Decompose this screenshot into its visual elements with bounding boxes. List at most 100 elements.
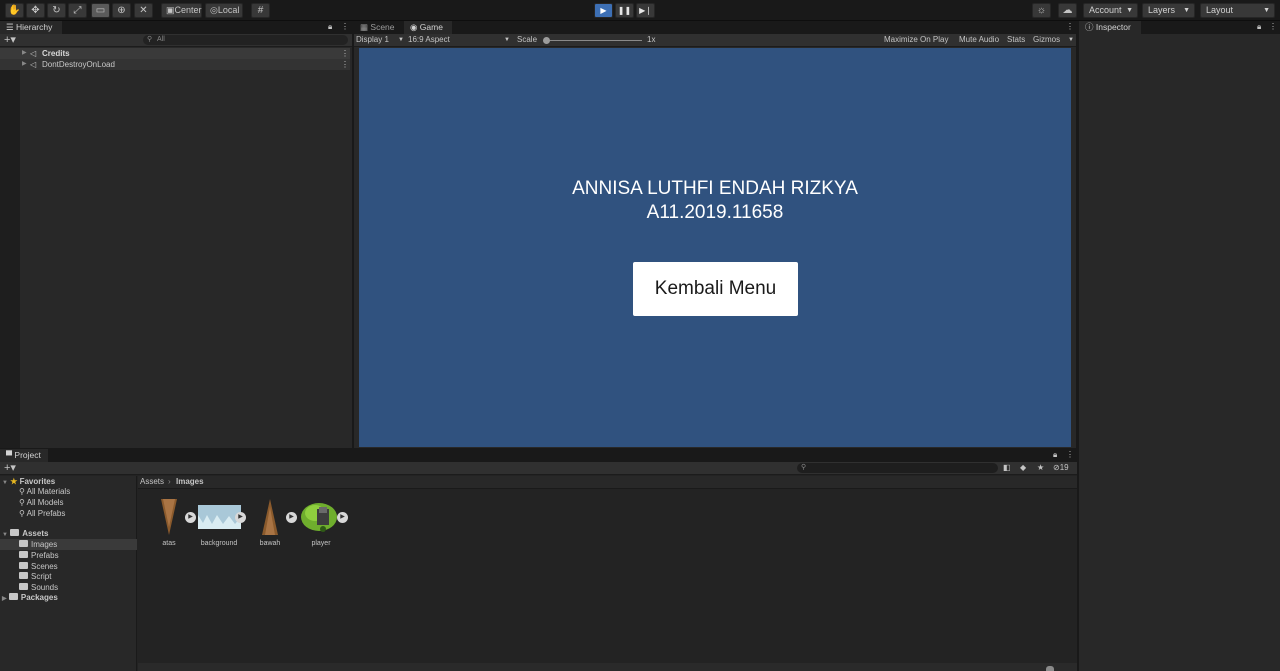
pivot-center-toggle[interactable]: ▣Center bbox=[161, 3, 202, 18]
folder-open-icon bbox=[10, 529, 20, 537]
hierarchy-search-input[interactable]: ⚲ All bbox=[143, 35, 348, 45]
gamepad-icon: ◉ bbox=[410, 22, 418, 32]
aspect-dropdown[interactable]: 16:9 Aspect bbox=[408, 34, 450, 46]
hidden-packages-toggle[interactable]: ⊘19 bbox=[1053, 462, 1069, 474]
folder-script[interactable]: Script bbox=[19, 571, 51, 582]
breadcrumb: Assets › Images bbox=[138, 476, 1077, 489]
favorite-all-prefabs[interactable]: ⚲ All Prefabs bbox=[19, 508, 65, 519]
inspector-panel: ⓘ Inspector 🔒︎ ⋮ bbox=[1079, 21, 1280, 671]
play-icon: ▶ bbox=[600, 6, 607, 15]
scene-icon: ◁ bbox=[30, 49, 37, 58]
expand-arrow-icon[interactable]: ▼ bbox=[2, 532, 8, 538]
play-icon[interactable]: ▶ bbox=[337, 512, 348, 523]
project-folder-tree: ▼ ★ Favorites ⚲ All Materials ⚲ All Mode… bbox=[0, 476, 137, 671]
expand-arrow-icon[interactable]: ▶ bbox=[22, 59, 27, 70]
search-by-type-icon[interactable]: ◧ bbox=[1003, 462, 1011, 474]
layers-dropdown[interactable]: Layers ▼ bbox=[1142, 3, 1195, 18]
layout-label: Layout bbox=[1206, 5, 1234, 15]
mute-audio-toggle[interactable]: Mute Audio bbox=[959, 34, 999, 46]
custom-tool-icon[interactable]: ✕ bbox=[134, 3, 153, 18]
hierarchy-item-label: DontDestroyOnLoad bbox=[42, 60, 115, 69]
stats-toggle[interactable]: Stats bbox=[1007, 34, 1025, 46]
add-icon[interactable]: +▾ bbox=[4, 34, 16, 46]
hierarchy-panel: ☰ Hierarchy 🔒︎ ⋮ +▾ ⚲ All ▶ ◁ Credits ⋮ … bbox=[0, 21, 352, 448]
play-icon[interactable]: ▶ bbox=[286, 512, 297, 523]
expand-arrow-icon[interactable]: ▶ bbox=[22, 48, 27, 59]
display-dropdown[interactable]: Display 1 bbox=[356, 34, 389, 46]
hierarchy-item-dontdestroyonload[interactable]: ▶ ◁ DontDestroyOnLoad ⋮ bbox=[0, 59, 350, 70]
credits-name-text: ANNISA LUTHFI ENDAH RIZKYA bbox=[572, 178, 858, 199]
asset-label: bawah bbox=[259, 540, 281, 547]
account-dropdown[interactable]: Account ▼ bbox=[1083, 3, 1138, 18]
maximize-on-play-toggle[interactable]: Maximize On Play bbox=[884, 34, 948, 46]
tab-project[interactable]: ▀ Project bbox=[0, 449, 48, 462]
expand-arrow-icon[interactable]: ▶ bbox=[2, 596, 7, 602]
game-tab-label: Game bbox=[419, 22, 443, 32]
tab-inspector[interactable]: ⓘ Inspector bbox=[1079, 21, 1141, 34]
scale-tool-icon[interactable]: ⤢ bbox=[68, 3, 87, 18]
kebab-menu-icon[interactable]: ⋮ bbox=[1066, 22, 1074, 31]
hierarchy-item-label: Credits bbox=[42, 49, 70, 58]
packages-header[interactable]: ▶ Packages bbox=[0, 592, 58, 603]
hierarchy-tab-label: Hierarchy bbox=[16, 22, 53, 32]
project-panel: ▀ Project 🔒︎ ⋮ +▾ ⚲ ◧ ◆ ★ ⊘19 ▼ ★ Favori… bbox=[0, 449, 1077, 671]
tab-game[interactable]: ◉ Game bbox=[404, 21, 452, 34]
search-by-label-icon[interactable]: ◆ bbox=[1020, 462, 1026, 474]
expand-arrow-icon[interactable]: ▼ bbox=[2, 480, 8, 486]
play-button[interactable]: ▶ bbox=[594, 3, 613, 18]
search-icon: ⚲ bbox=[19, 487, 25, 496]
pivot-local-toggle[interactable]: ◎Local bbox=[205, 3, 243, 18]
tab-hierarchy[interactable]: ☰ Hierarchy bbox=[0, 21, 62, 34]
rotate-tool-icon[interactable]: ↻ bbox=[47, 3, 66, 18]
thumbnail-size-slider[interactable] bbox=[1046, 666, 1054, 671]
rect-tool-icon[interactable]: ▭ bbox=[91, 3, 110, 18]
folder-label: Sounds bbox=[31, 583, 59, 592]
hierarchy-tree: ▶ ◁ Credits ⋮ ▶ ◁ DontDestroyOnLoad ⋮ bbox=[0, 48, 352, 448]
scale-slider-handle[interactable] bbox=[543, 37, 550, 44]
transform-tool-icon[interactable]: ⊕ bbox=[112, 3, 131, 18]
project-search-input[interactable]: ⚲ bbox=[797, 463, 998, 473]
hand-tool-icon[interactable]: ✋ bbox=[5, 3, 24, 18]
folder-icon bbox=[8, 593, 18, 601]
cloud-icon[interactable]: ☁ bbox=[1058, 3, 1077, 18]
kebab-menu-icon[interactable]: ⋮ bbox=[1066, 450, 1074, 459]
add-icon[interactable]: +▾ bbox=[4, 462, 16, 474]
folder-images[interactable]: Images bbox=[0, 539, 137, 550]
folder-prefabs[interactable]: Prefabs bbox=[19, 550, 59, 561]
services-icon[interactable]: ☼ bbox=[1032, 3, 1051, 18]
folder-icon bbox=[19, 551, 28, 559]
layout-dropdown[interactable]: Layout ▼ bbox=[1200, 3, 1275, 18]
hierarchy-icon: ☰ bbox=[6, 22, 14, 32]
assets-header[interactable]: ▼ Assets bbox=[0, 528, 137, 539]
kebab-menu-icon[interactable]: ⋮ bbox=[341, 48, 349, 59]
step-button[interactable]: ▶❘ bbox=[636, 3, 655, 18]
tab-scene[interactable]: ▦ Scene bbox=[354, 21, 402, 34]
step-icon: ▶❘ bbox=[639, 6, 652, 15]
gizmos-dropdown[interactable]: Gizmos bbox=[1033, 34, 1060, 46]
hierarchy-item-credits[interactable]: ▶ ◁ Credits ⋮ bbox=[0, 48, 350, 59]
kembali-menu-button[interactable]: Kembali Menu bbox=[633, 262, 798, 316]
kebab-menu-icon[interactable]: ⋮ bbox=[341, 22, 349, 31]
lock-icon[interactable]: 🔒︎ bbox=[1257, 22, 1261, 32]
lock-icon[interactable]: 🔒︎ bbox=[328, 22, 332, 32]
search-icon: ⚲ bbox=[147, 36, 153, 43]
breadcrumb-images[interactable]: Images bbox=[176, 476, 204, 488]
chevron-down-icon: ▼ bbox=[504, 37, 510, 43]
kebab-menu-icon[interactable]: ⋮ bbox=[1269, 22, 1277, 31]
breadcrumb-assets[interactable]: Assets bbox=[140, 476, 164, 488]
favorite-all-materials[interactable]: ⚲ All Materials bbox=[19, 486, 70, 497]
pause-button[interactable]: ❚❚ bbox=[615, 3, 634, 18]
favorite-star-icon[interactable]: ★ bbox=[1037, 462, 1044, 474]
scale-slider[interactable] bbox=[544, 40, 642, 41]
pause-icon: ❚❚ bbox=[617, 6, 632, 15]
folder-label: Scenes bbox=[31, 562, 58, 571]
grid-snap-icon[interactable]: # bbox=[251, 3, 270, 18]
info-icon: ⓘ bbox=[1085, 22, 1094, 32]
game-canvas[interactable]: ANNISA LUTHFI ENDAH RIZKYA A11.2019.1165… bbox=[359, 48, 1071, 447]
lock-icon[interactable]: 🔒︎ bbox=[1053, 450, 1057, 460]
favorite-all-models[interactable]: ⚲ All Models bbox=[19, 497, 64, 508]
play-icon[interactable]: ▶ bbox=[235, 512, 246, 523]
layers-label: Layers bbox=[1148, 5, 1176, 15]
move-tool-icon[interactable]: ✥ bbox=[26, 3, 45, 18]
kebab-menu-icon[interactable]: ⋮ bbox=[341, 59, 349, 70]
